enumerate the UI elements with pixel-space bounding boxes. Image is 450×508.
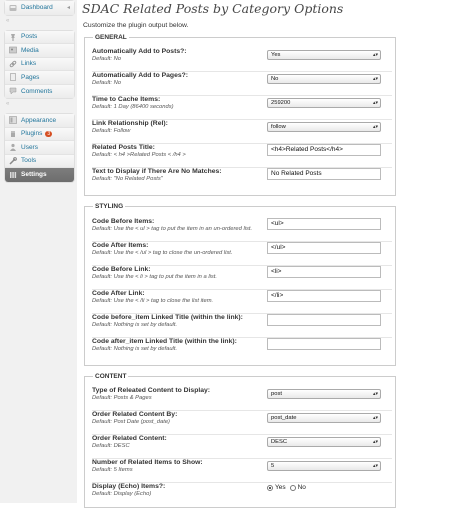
select-arrows-icon: ▴▾ — [372, 76, 378, 82]
sidebar-item-label: Pages — [21, 73, 40, 81]
sidebar-item-links[interactable]: Links — [5, 57, 74, 71]
link-icon — [9, 60, 17, 67]
section-legend: GENERAL — [95, 34, 127, 41]
auto-posts-select[interactable]: Yes ▴▾ — [267, 50, 381, 60]
page-icon — [10, 73, 16, 82]
auto-pages-select[interactable]: No ▴▾ — [267, 74, 381, 84]
sidebar-item-label: Links — [21, 60, 37, 68]
option-default: Default: Display (Echo) — [92, 491, 152, 497]
select-arrows-icon: ▴▾ — [372, 415, 378, 421]
option-before-items: Code Before Items: Default: Use the < ul… — [92, 218, 392, 242]
order-select[interactable]: DESC ▴▾ — [267, 437, 381, 447]
sidebar-item-media[interactable]: Media — [5, 44, 74, 58]
main-content: SDAC Related Posts by Category Options C… — [82, 0, 450, 508]
after-title-input[interactable] — [267, 338, 381, 350]
sidebar-item-plugins[interactable]: Plugins 3 — [5, 127, 74, 141]
after-link-input[interactable]: </li> — [267, 290, 381, 302]
radio-label: No — [297, 484, 306, 491]
sidebar-item-label: Dashboard — [21, 4, 53, 12]
select-arrows-icon: ▴▾ — [372, 463, 378, 469]
option-order: Order Related Content: Default: DESC DES… — [92, 435, 392, 459]
sidebar-item-pages[interactable]: Pages — [5, 71, 74, 85]
sidebar-item-users[interactable]: Users — [5, 141, 74, 155]
count-select[interactable]: 5 ▴▾ — [267, 461, 381, 471]
option-count: Number of Related Items to Show: Default… — [92, 459, 392, 483]
menu-separator: « — [6, 101, 10, 107]
tools-icon — [9, 156, 17, 165]
sidebar-item-label: Comments — [21, 87, 53, 95]
sidebar-item-label: Plugins — [21, 130, 43, 138]
general-section: GENERAL Automatically Add to Posts?: Def… — [84, 34, 396, 196]
option-cache-time: Time to Cache Items: Default: 1 Day (864… — [92, 96, 392, 120]
section-legend: STYLING — [95, 203, 124, 210]
option-content-type: Type of Releated Content to Display: Def… — [92, 387, 392, 411]
menu-group-content: Posts Media Links Pages Comments — [4, 29, 75, 99]
option-order-by: Order Related Content By: Default: Post … — [92, 411, 392, 435]
option-auto-posts: Automatically Add to Posts?: Default: No… — [92, 48, 392, 72]
page-title: SDAC Related Posts by Category Options — [82, 1, 344, 16]
sidebar-item-label: Posts — [21, 33, 38, 41]
option-posts-title: Related Posts Title: Default: < h4 >Rela… — [92, 144, 392, 168]
option-after-items: Code After Items: Default: Use the < /ul… — [92, 242, 392, 266]
section-legend: CONTENT — [95, 373, 127, 380]
option-after-link: Code After Link: Default: Use the < /li … — [92, 290, 392, 314]
content-type-select[interactable]: post ▴▾ — [267, 389, 381, 399]
option-display: Display (Echo) Items?: Default: Display … — [92, 483, 392, 505]
users-icon — [10, 144, 16, 152]
select-arrows-icon: ▴▾ — [372, 124, 378, 130]
option-before-link: Code Before Link: Default: Use the < li … — [92, 266, 392, 290]
appearance-icon — [9, 116, 17, 125]
cache-time-select[interactable]: 259200 ▴▾ — [267, 98, 381, 108]
select-arrows-icon: ▴▾ — [372, 391, 378, 397]
comment-icon — [9, 88, 17, 95]
select-arrows-icon: ▴▾ — [372, 52, 378, 58]
sidebar-item-label: Appearance — [21, 116, 57, 124]
display-no-radio[interactable] — [289, 484, 296, 491]
order-by-select[interactable]: post_date ▴▾ — [267, 413, 381, 423]
before-link-input[interactable]: <li> — [267, 266, 381, 278]
sidebar-item-label: Tools — [21, 157, 37, 165]
settings-icon — [10, 171, 17, 178]
select-arrows-icon: ▴▾ — [372, 100, 378, 106]
option-link-rel: Link Relationship (Rel): Default: Follow… — [92, 120, 392, 144]
before-items-input[interactable]: <ul> — [267, 218, 381, 230]
select-arrows-icon: ▴▾ — [372, 439, 378, 445]
sidebar-item-settings[interactable]: Settings — [5, 168, 74, 182]
dashboard-icon — [9, 4, 17, 11]
content-section: CONTENT Type of Releated Content to Disp… — [84, 373, 396, 508]
sidebar-item-label: Settings — [21, 171, 47, 179]
before-title-input[interactable] — [267, 314, 381, 326]
menu-group-admin: Appearance Plugins 3 Users Tools Setting… — [4, 113, 75, 183]
option-auto-pages: Automatically Add to Pages?: Default: No… — [92, 72, 392, 96]
posts-title-input[interactable]: <h4>Related Posts</h4> — [267, 144, 381, 156]
pin-icon — [11, 33, 15, 41]
menu-group-dashboard: Dashboard ◂ — [4, 0, 75, 16]
sidebar-item-label: Media — [21, 46, 39, 54]
link-rel-select[interactable]: follow ▴▾ — [267, 122, 381, 132]
update-count-badge: 3 — [45, 130, 53, 137]
display-radio-group: Yes No — [267, 484, 310, 491]
no-match-input[interactable]: No Related Posts — [267, 168, 381, 180]
sidebar-item-label: Users — [21, 143, 38, 151]
collapse-icon[interactable]: ◂ — [67, 4, 70, 11]
menu-separator: « — [6, 17, 10, 24]
option-before-title: Code before_item Linked Title (within th… — [92, 314, 392, 338]
option-after-title: Code after_item Linked Title (within the… — [92, 338, 392, 360]
display-yes-radio[interactable] — [267, 484, 273, 491]
sidebar-item-posts[interactable]: Posts — [5, 30, 74, 44]
admin-sidebar: Dashboard ◂ « Posts Media Links Pages Co… — [0, 0, 77, 503]
plugin-icon — [11, 130, 15, 137]
after-items-input[interactable]: </ul> — [267, 242, 381, 254]
sidebar-item-tools[interactable]: Tools — [5, 154, 74, 168]
option-no-match: Text to Display if There Are No Matches:… — [92, 168, 392, 190]
page-description: Customize the plugin output below. — [83, 22, 189, 29]
radio-label: Yes — [275, 484, 286, 491]
sidebar-item-appearance[interactable]: Appearance — [5, 114, 74, 128]
option-label: Display (Echo) Items?: — [92, 483, 166, 490]
sidebar-item-comments[interactable]: Comments — [5, 84, 74, 98]
styling-section: STYLING Code Before Items: Default: Use … — [84, 203, 396, 366]
media-icon — [9, 46, 17, 54]
sidebar-item-dashboard[interactable]: Dashboard ◂ — [5, 1, 74, 15]
